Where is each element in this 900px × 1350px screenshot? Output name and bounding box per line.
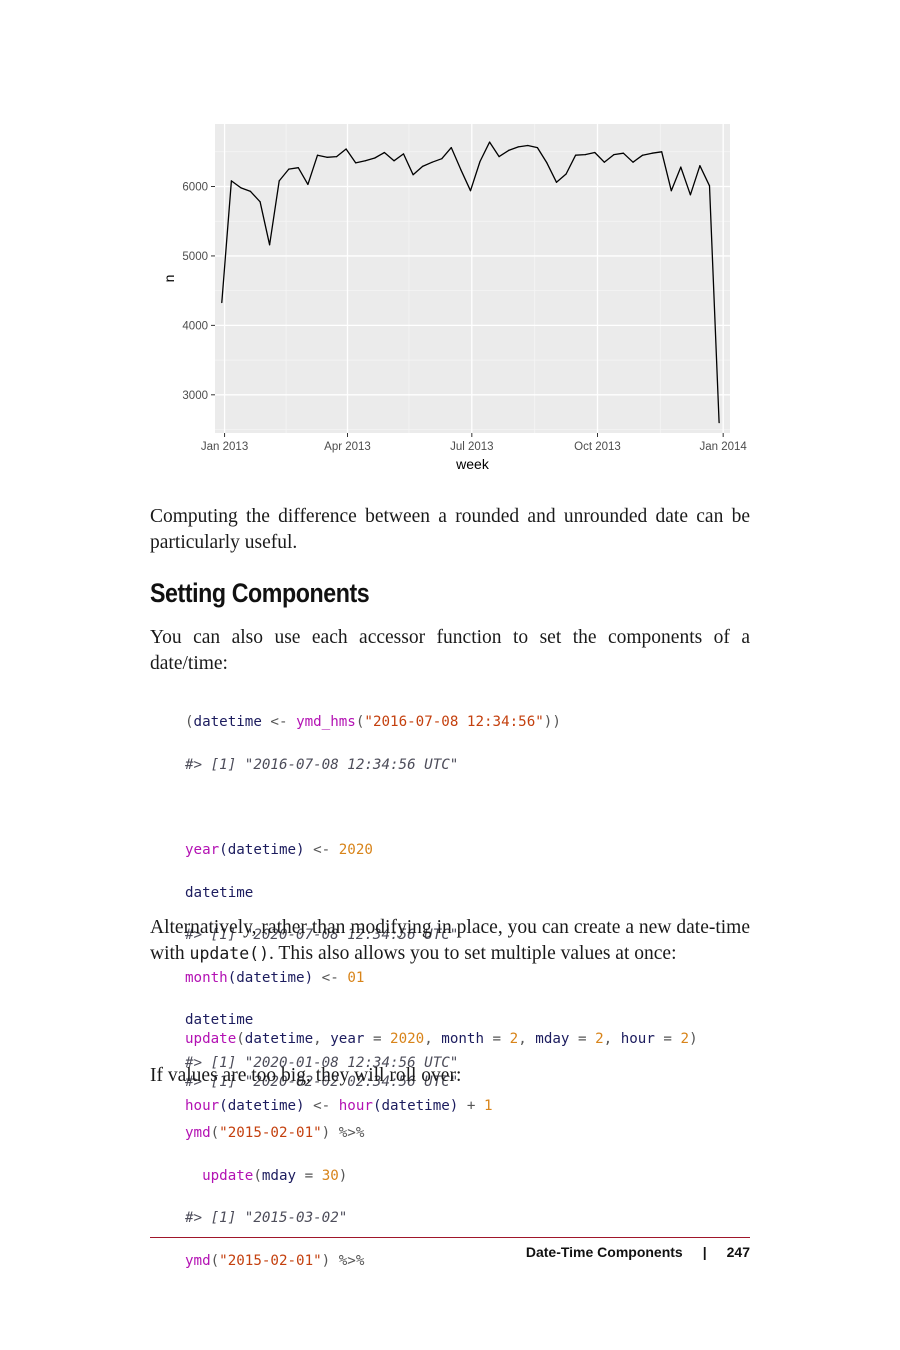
data-point (355, 162, 357, 164)
data-point (565, 173, 567, 175)
data-point (316, 154, 319, 156)
data-point (393, 160, 395, 162)
paragraph-update-intro: Alternatively, rather than modifying in … (150, 915, 750, 967)
code-line: update(mday = 30) (202, 1167, 348, 1184)
code-line: (datetime <- ymd_hms("2016-07-08 12:34:5… (185, 714, 561, 731)
chart-svg: Jan 2013 Apr 2013 Jul 2013 Oct 2013 Jan 2014… (161, 124, 748, 472)
data-point (527, 144, 529, 147)
y-tick-label: 6000 (182, 181, 208, 193)
data-point (297, 167, 299, 169)
x-tick-label: Jan 2013 (201, 441, 248, 453)
data-point (613, 154, 615, 156)
data-point (364, 160, 366, 162)
paragraph-rounding-difference: Computing the difference between a round… (150, 506, 750, 553)
code-line: ymd("2015-02-01") %>% (185, 1253, 365, 1270)
data-point (555, 181, 558, 183)
data-point (603, 161, 605, 163)
data-point (240, 187, 242, 189)
x-tick-label: Jan 2014 (700, 441, 748, 453)
y-tick-label: 5000 (182, 251, 208, 263)
data-point (622, 152, 624, 154)
data-point (422, 165, 424, 167)
x-tick-label: Oct 2013 (574, 441, 621, 453)
data-point (259, 201, 261, 203)
data-point (402, 153, 405, 155)
data-point (546, 162, 548, 164)
data-point (269, 244, 271, 246)
code-line: update(datetime, year = 2020, month = 2,… (185, 1031, 698, 1048)
weekly-flights-line-chart: Jan 2013 Apr 2013 Jul 2013 Oct 2013 Jan 2014… (150, 110, 750, 480)
data-point (718, 422, 720, 424)
data-point (594, 151, 596, 154)
footer-separator: | (702, 1244, 707, 1260)
section-heading: Setting Components (150, 578, 370, 608)
data-point (689, 194, 692, 196)
data-point (460, 169, 462, 171)
y-axis-title: n (161, 275, 177, 283)
paragraph-accessor-intro: You can also use each accessor function … (150, 627, 750, 674)
data-point (508, 149, 510, 151)
data-point (469, 190, 472, 192)
data-point (450, 147, 452, 149)
page-footer: Date-Time Components | 247 (526, 1244, 750, 1260)
data-point (632, 161, 634, 163)
data-point (441, 158, 443, 160)
x-tick-label: Apr 2013 (324, 441, 371, 453)
code-line: datetime (185, 884, 254, 901)
page-number: 247 (726, 1244, 750, 1260)
data-point (651, 152, 653, 154)
code-block-update: update(datetime, year = 2020, month = 2,… (185, 1008, 698, 1114)
data-point (431, 161, 433, 163)
x-tick-label: Jul 2013 (450, 441, 493, 453)
data-point (326, 156, 328, 158)
data-point (517, 146, 519, 148)
data-point (498, 156, 500, 158)
data-point (536, 147, 538, 149)
data-point (680, 166, 682, 168)
data-point (230, 180, 232, 182)
y-tick-label: 4000 (182, 320, 208, 332)
y-tick-label: 3000 (182, 390, 208, 402)
data-point (489, 141, 491, 143)
data-point (221, 301, 223, 304)
data-point (584, 154, 586, 156)
paragraph-text: . This also allows you to set multiple v… (269, 943, 677, 964)
data-point (699, 165, 701, 167)
code-output-line: #> [1] "2015-03-02" (185, 1210, 348, 1227)
data-point (661, 151, 663, 153)
data-point (708, 185, 711, 187)
plot-panel (215, 124, 730, 433)
code-output-line: #> [1] "2016-07-08 12:34:56 UTC" (185, 756, 459, 773)
code-block-rollover: ymd("2015-02-01") %>% update(mday = 30) … (185, 1102, 364, 1294)
inline-code-update: update() (189, 944, 270, 963)
data-point (412, 174, 414, 176)
data-point (307, 183, 309, 185)
data-point (249, 190, 252, 192)
data-point (479, 160, 481, 163)
footer-rule (150, 1237, 750, 1238)
data-point (383, 151, 385, 154)
footer-section-title: Date-Time Components (525, 1244, 683, 1260)
data-point (345, 148, 347, 150)
data-point (288, 168, 290, 170)
data-point (336, 156, 338, 158)
x-axis-title: week (455, 456, 490, 472)
data-point (670, 190, 672, 192)
code-line: month(datetime) <- 01 (185, 969, 365, 986)
code-line: ymd("2015-02-01") %>% (185, 1125, 365, 1142)
paragraph-rollover-intro: If values are too big, they will roll ov… (150, 1065, 462, 1086)
data-point (642, 154, 644, 156)
data-point (278, 180, 280, 182)
code-line: year(datetime) <- 2020 (185, 842, 373, 859)
data-point (374, 157, 376, 159)
data-point (575, 154, 577, 156)
